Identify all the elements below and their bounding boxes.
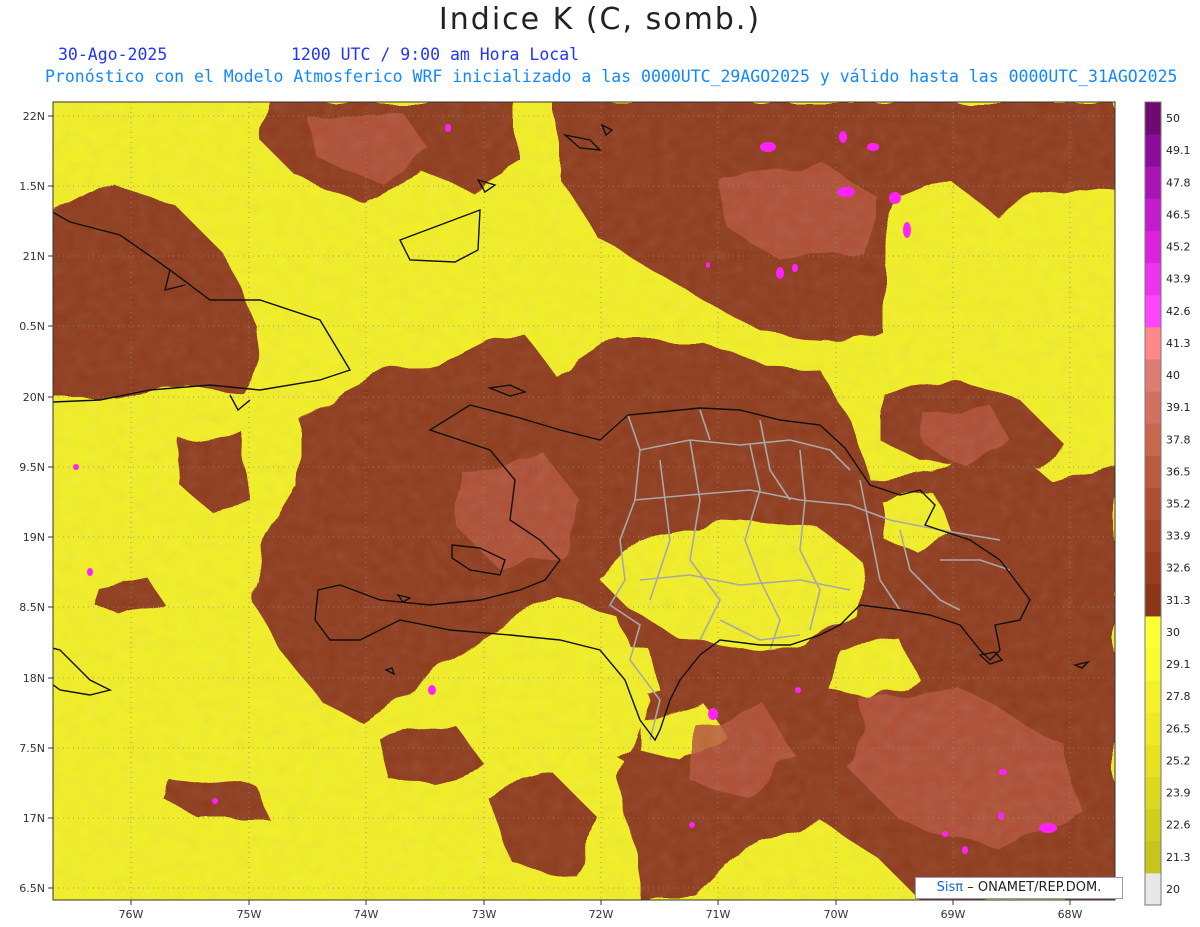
colorbar-label: 36.5 [1166,465,1191,478]
colorbar-label: 33.9 [1166,530,1191,543]
map-canvas: 22N 1.5N 21N 0.5N 20N 9.5N 19N 8.5N 18N … [19,101,1191,921]
colorbar-label: 47.8 [1166,176,1191,189]
colorbar-swatch [1145,872,1161,906]
lat-label: 9.5N [19,461,45,474]
map-title: Indice K (C, somb.) [438,2,762,37]
colorbar-label: 31.3 [1166,594,1191,607]
lon-label: 76W [119,908,144,921]
lon-label: 75W [237,908,262,921]
field-texture [53,102,1115,900]
colorbar-swatch [1145,487,1161,521]
lat-label: 21N [23,250,45,263]
colorbar-swatch [1145,744,1161,778]
lat-label: 6.5N [19,882,45,895]
colorbar-label: 41.3 [1166,337,1191,350]
colorbar-swatch [1145,358,1161,392]
colorbar-swatch [1145,294,1161,328]
credit-box: Sisπ – ONAMET/REP.DOM. [915,877,1123,899]
colorbar-swatch [1145,712,1161,745]
colorbar-label: 49.1 [1166,144,1191,157]
colorbar-swatch [1145,808,1161,842]
colorbar-label: 21.3 [1166,851,1191,864]
lat-label: 0.5N [19,320,45,333]
longitude-labels: 76W 75W 74W 73W 72W 71W 70W 69W 68W [119,908,1083,921]
colorbar-swatch [1145,134,1161,167]
colorbar-label: 45.2 [1166,241,1191,254]
colorbar-label: 32.6 [1166,562,1191,575]
colorbar-label: 42.6 [1166,305,1191,318]
colorbar-swatch [1145,102,1161,135]
colorbar-swatch [1145,583,1161,617]
colorbar-swatch [1145,648,1161,681]
colorbar-label: 50 [1166,112,1180,125]
colorbar-label: 35.2 [1166,498,1191,511]
colorbar-label: 40 [1166,369,1180,382]
lat-label: 17N [23,812,45,825]
colorbar-swatch [1145,840,1161,874]
lon-label: 73W [472,908,497,921]
lat-label: 18N [23,672,45,685]
colorbar-swatch [1145,230,1161,264]
colorbar-label: 37.8 [1166,433,1191,446]
colorbar-swatch [1145,198,1161,231]
colorbar-swatch [1145,423,1161,456]
lon-label: 69W [941,908,966,921]
colorbar-label: 39.1 [1166,401,1191,414]
lat-label: 22N [23,110,45,123]
forecast-time: 1200 UTC / 9:00 am Hora Local [291,45,580,64]
lon-label: 74W [354,908,379,921]
colorbar-label: 27.8 [1166,690,1191,703]
colorbar-label: 23.9 [1166,787,1191,800]
colorbar-label: 20 [1166,883,1180,896]
lon-label: 72W [589,908,614,921]
latitude-labels: 22N 1.5N 21N 0.5N 20N 9.5N 19N 8.5N 18N … [19,110,45,895]
colorbar: 20 21.3 22.6 23.9 25.2 26.5 27.8 29.1 30 31.3 32.6… [1144,101,1191,906]
colorbar-label: 26.5 [1166,722,1191,735]
colorbar-label: 29.1 [1166,658,1191,671]
colorbar-swatch [1145,551,1161,585]
colorbar-swatch [1145,166,1161,199]
credit-text: – ONAMET/REP.DOM. [967,880,1102,895]
colorbar-label: 30 [1166,626,1180,639]
forecast-date: 30-Ago-2025 [58,45,168,64]
lon-label: 70W [824,908,849,921]
lat-label: 1.5N [19,180,45,193]
colorbar-swatch [1145,776,1161,810]
colorbar-swatch [1145,455,1161,488]
model-description: Pronóstico con el Modelo Atmosferico WRF… [45,67,1178,86]
colorbar-swatch [1145,391,1161,424]
sispi-logo: Sisπ [936,880,964,895]
lon-label: 71W [706,908,731,921]
colorbar-swatch [1145,519,1161,553]
colorbar-swatch [1145,615,1161,649]
colorbar-swatch [1145,680,1161,713]
lat-label: 19N [23,531,45,544]
field-layer [53,102,1115,900]
colorbar-label: 46.5 [1166,208,1191,221]
colorbar-label: 43.9 [1166,273,1191,286]
lat-label: 20N [23,391,45,404]
lon-label: 68W [1058,908,1083,921]
lat-label: 7.5N [19,742,45,755]
colorbar-label: 22.6 [1166,819,1191,832]
colorbar-swatch [1145,326,1161,360]
colorbar-label: 25.2 [1166,754,1191,767]
colorbar-swatch [1145,262,1161,296]
lat-label: 8.5N [19,601,45,614]
